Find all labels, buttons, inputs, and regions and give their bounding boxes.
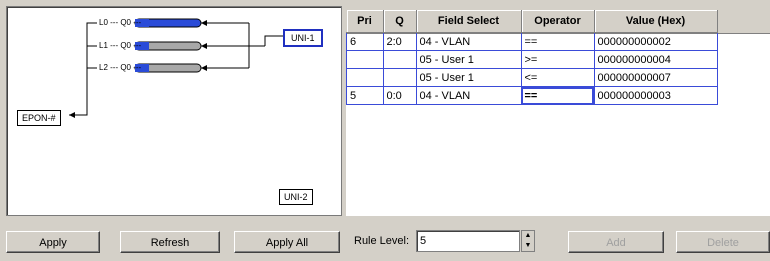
cell-q[interactable]	[382, 50, 417, 69]
queue-label-0: L0 --- Q0 ---	[99, 18, 142, 27]
epon-port[interactable]: EPON-#	[17, 110, 61, 126]
cell-q[interactable]	[382, 68, 417, 87]
cell-field[interactable]: 04 - VLAN	[415, 86, 522, 105]
delete-button[interactable]: Delete	[676, 231, 770, 253]
cell-field[interactable]: 04 - VLAN	[415, 32, 522, 51]
uni1-port[interactable]: UNI-1	[283, 29, 323, 47]
rule-level-spinner[interactable]: ▲ ▼	[521, 230, 535, 252]
col-value-hex[interactable]: Value (Hex)	[594, 10, 718, 33]
uni2-port[interactable]: UNI-2	[279, 189, 313, 205]
cell-pri[interactable]: 5	[346, 86, 384, 105]
queue-label-2: L2 --- Q0 ---	[99, 63, 142, 72]
queue-label-1: L1 --- Q0 ---	[99, 41, 142, 50]
col-pri[interactable]: Pri	[346, 10, 384, 33]
cell-operator[interactable]: <=	[520, 68, 595, 87]
cell-field[interactable]: 05 - User 1	[415, 68, 522, 87]
table-row[interactable]: 6 2:0 04 - VLAN == 000000000002	[346, 32, 718, 51]
cell-value[interactable]: 000000000007	[593, 68, 718, 87]
cell-value[interactable]: 000000000004	[593, 50, 718, 69]
spin-down-icon[interactable]: ▼	[522, 241, 534, 251]
col-q[interactable]: Q	[383, 10, 417, 33]
cell-operator[interactable]: ==	[520, 32, 595, 51]
apply-all-button[interactable]: Apply All	[234, 231, 340, 253]
rules-grid[interactable]: Pri Q Field Select Operator Value (Hex) …	[346, 10, 770, 216]
cell-value[interactable]: 000000000002	[593, 32, 718, 51]
cell-operator-selected[interactable]: ==	[520, 86, 595, 105]
cell-pri[interactable]	[346, 68, 384, 87]
refresh-button[interactable]: Refresh	[120, 231, 220, 253]
table-row[interactable]: 5 0:0 04 - VLAN == 000000000003	[346, 86, 718, 105]
spin-up-icon[interactable]: ▲	[522, 231, 534, 241]
apply-button[interactable]: Apply	[6, 231, 100, 253]
table-row[interactable]: 05 - User 1 >= 000000000004	[346, 50, 718, 69]
col-operator[interactable]: Operator	[521, 10, 595, 33]
rules-table: Pri Q Field Select Operator Value (Hex) …	[346, 10, 718, 105]
add-button[interactable]: Add	[568, 231, 664, 253]
diagram-panel: L0 --- Q0 --- L1 --- Q0 --- L2 --- Q0 --…	[6, 6, 342, 216]
table-row[interactable]: 05 - User 1 <= 000000000007	[346, 68, 718, 87]
cell-operator[interactable]: >=	[520, 50, 595, 69]
col-field-select[interactable]: Field Select	[416, 10, 522, 33]
cell-q[interactable]: 2:0	[382, 32, 417, 51]
cell-pri[interactable]: 6	[346, 32, 384, 51]
cell-field[interactable]: 05 - User 1	[415, 50, 522, 69]
rule-level-input[interactable]: 5	[416, 230, 520, 252]
cell-q[interactable]: 0:0	[382, 86, 417, 105]
rule-level-label: Rule Level:	[354, 235, 410, 247]
cell-value[interactable]: 000000000003	[593, 86, 718, 105]
cell-pri[interactable]	[346, 50, 384, 69]
